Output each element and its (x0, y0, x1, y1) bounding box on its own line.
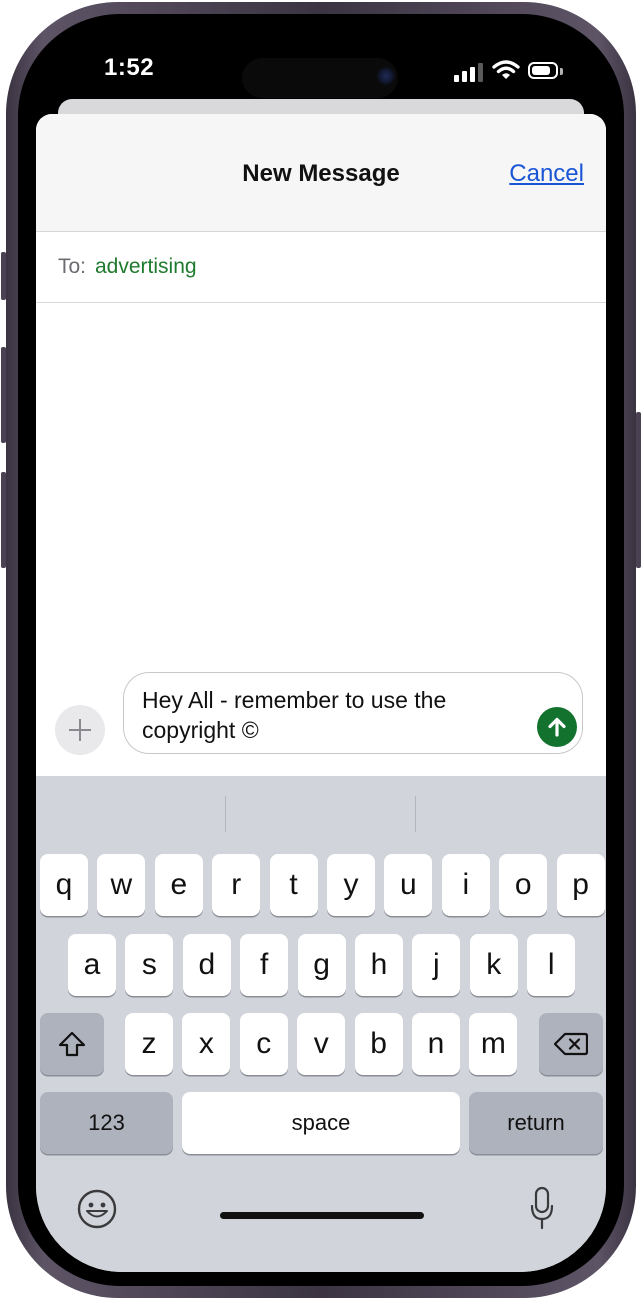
key-d[interactable]: d (182, 934, 231, 996)
power-button (636, 412, 641, 568)
dynamic-island (242, 58, 398, 98)
key-p[interactable]: p (556, 854, 605, 916)
shift-icon (58, 1031, 86, 1057)
status-time: 1:52 (104, 54, 155, 81)
cancel-button[interactable]: Cancel (509, 160, 584, 188)
volume-up-button (1, 347, 6, 443)
numbers-key[interactable]: 123 (40, 1092, 173, 1154)
wifi-icon (492, 60, 520, 79)
recipient-value[interactable]: advertising (95, 255, 197, 279)
key-t[interactable]: t (269, 854, 318, 916)
key-j[interactable]: j (412, 934, 461, 996)
key-o[interactable]: o (499, 854, 548, 916)
front-camera (376, 66, 396, 86)
key-k[interactable]: k (469, 934, 518, 996)
suggestion-divider (225, 796, 226, 832)
key-f[interactable]: f (240, 934, 289, 996)
key-h[interactable]: h (355, 934, 403, 996)
battery-cap (560, 68, 563, 75)
key-y[interactable]: y (327, 854, 375, 916)
key-b[interactable]: b (354, 1013, 403, 1075)
space-key[interactable]: space (182, 1092, 460, 1154)
key-e[interactable]: e (154, 854, 203, 916)
key-c[interactable]: c (239, 1013, 288, 1075)
keyboard: qwertyuiop asdfghjkl zxcvbnm 123 space r… (36, 776, 606, 1272)
message-input[interactable]: Hey All - remember to use the copyright … (123, 672, 583, 754)
nav-bar: New Message Cancel (36, 114, 606, 232)
shift-key[interactable] (40, 1013, 104, 1075)
key-m[interactable]: m (469, 1013, 518, 1075)
action-button (1, 252, 6, 300)
volume-down-button (1, 472, 6, 568)
battery-icon (528, 62, 558, 79)
microphone-icon[interactable] (530, 1186, 554, 1232)
recipient-label: To: (58, 255, 87, 278)
key-a[interactable]: a (68, 934, 116, 996)
screen: 1:52 New Message Cancel To: advertising (36, 24, 606, 1272)
key-q[interactable]: q (40, 854, 88, 916)
plus-button[interactable] (55, 705, 105, 755)
delete-key[interactable] (539, 1013, 603, 1075)
key-x[interactable]: x (182, 1013, 231, 1075)
key-v[interactable]: v (297, 1013, 346, 1075)
send-button[interactable] (537, 707, 577, 747)
key-z[interactable]: z (125, 1013, 173, 1075)
key-l[interactable]: l (527, 934, 576, 996)
home-indicator (220, 1212, 424, 1219)
key-n[interactable]: n (412, 1013, 460, 1075)
key-s[interactable]: s (125, 934, 174, 996)
key-r[interactable]: r (212, 854, 261, 916)
return-key[interactable]: return (469, 1092, 603, 1154)
delete-icon (554, 1032, 588, 1056)
status-icons (454, 60, 574, 84)
key-g[interactable]: g (297, 934, 346, 996)
key-u[interactable]: u (384, 854, 433, 916)
key-i[interactable]: i (441, 854, 490, 916)
compose-sheet: New Message Cancel To: advertising Hey A… (36, 114, 606, 1272)
key-w[interactable]: w (97, 854, 146, 916)
recipient-row[interactable]: To: advertising (36, 232, 606, 303)
arrow-up-icon (548, 717, 566, 737)
emoji-icon[interactable] (76, 1188, 118, 1230)
message-text[interactable]: Hey All - remember to use the copyright … (142, 685, 512, 745)
suggestion-divider (415, 796, 416, 832)
